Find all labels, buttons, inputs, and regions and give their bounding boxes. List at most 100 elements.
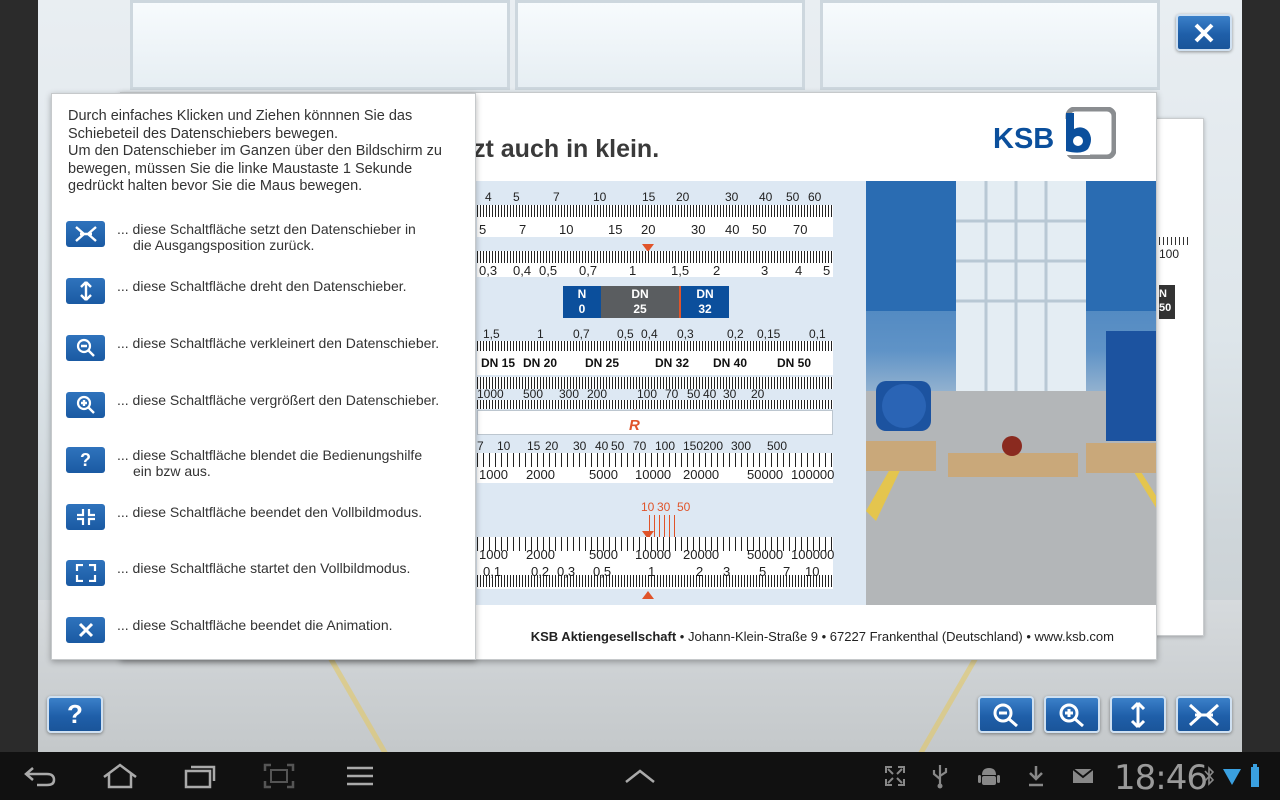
back-scale-label: 100 <box>1159 237 1190 261</box>
help-item-close: ... diese Schaltfläche beendet die Anima… <box>66 617 467 643</box>
help-item-zoom-in: ... diese Schaltfläche vergrößert den Da… <box>66 392 467 418</box>
usb-icon <box>928 762 952 790</box>
scale-label: 0,3 <box>677 327 694 341</box>
reset-position-button[interactable] <box>1176 696 1232 733</box>
zoom-in-icon <box>1059 703 1084 727</box>
dn-label: DN 15 <box>481 356 516 370</box>
help-item-text: ... diese Schaltfläche beendet den Vollb… <box>117 504 423 520</box>
app-canvas: 100 N 50 zt auch in klein. KSB 4 5 7 10 1… <box>0 0 1280 752</box>
scale-label: 1 <box>537 327 544 341</box>
r-scale-box <box>477 410 833 435</box>
scale-label: 1,5 <box>483 327 500 341</box>
scale-label: 40 <box>759 190 773 204</box>
background-window <box>130 0 510 90</box>
help-item-rotate: ... diese Schaltfläche dreht den Datensc… <box>66 278 467 304</box>
scale-label: 5 <box>759 564 767 579</box>
menu-icon[interactable] <box>344 762 376 790</box>
scale-label: 4 <box>485 190 492 204</box>
scale-label: 0,3 <box>557 564 576 579</box>
scale-label: 10 <box>497 439 511 453</box>
scale-label: 0,4 <box>513 263 532 278</box>
scale-label: 0,5 <box>617 327 634 341</box>
scale-strip <box>477 400 833 409</box>
help-item-text: ... diese Schaltfläche startet den Vollb… <box>117 560 411 576</box>
scale-label: 20000 <box>683 467 720 482</box>
scale-label: 30 <box>725 190 739 204</box>
scale-label: 300 <box>559 387 580 401</box>
scale-label: 0,1 <box>483 564 502 579</box>
scale-label: 0,4 <box>641 327 658 341</box>
help-icon: ? <box>67 699 83 729</box>
reset-position-icon <box>66 221 105 247</box>
dn-label: DN 20 <box>523 356 558 370</box>
scale-label: 200 <box>587 387 608 401</box>
scale-label: 20 <box>676 190 690 204</box>
footer-company: KSB Aktiengesellschaft <box>530 629 677 644</box>
scale-label: 100 <box>655 439 676 453</box>
scale-label: 7 <box>553 190 560 204</box>
scale-label: 7 <box>519 222 527 237</box>
help-toggle-button[interactable]: ? <box>47 696 103 733</box>
exit-fullscreen-icon <box>66 504 105 530</box>
help-item-text: ... diese Schaltfläche setzt den Datensc… <box>117 221 416 237</box>
scale-label: 2 <box>713 263 721 278</box>
fullscreen-icon <box>66 560 105 586</box>
scale-strip <box>477 341 833 351</box>
close-icon <box>66 617 105 643</box>
scale-label: 30 <box>573 439 587 453</box>
help-item-zoom-out: ... diese Schaltfläche verkleinert den D… <box>66 335 467 361</box>
left-bezel <box>0 0 38 752</box>
scale-label: 20000 <box>683 547 720 562</box>
home-icon[interactable] <box>100 762 140 790</box>
reading-marker <box>642 591 654 599</box>
screenshot-icon[interactable] <box>262 762 296 790</box>
scale-label: 2000 <box>526 467 555 482</box>
scale-label: 40 <box>725 222 740 237</box>
scale-label: 1000 <box>479 467 508 482</box>
close-icon <box>1194 23 1214 42</box>
battery-icon <box>1248 762 1262 790</box>
scale-label: 4 <box>795 263 803 278</box>
ksb-logo-text: KSB <box>993 122 1055 155</box>
zoom-out-icon <box>993 703 1018 727</box>
dn-label: DN 25 <box>585 356 620 370</box>
zoom-out-button[interactable] <box>978 696 1034 733</box>
zoom-in-button[interactable] <box>1044 696 1100 733</box>
help-panel: Durch einfaches Klicken und Ziehen könnn… <box>51 93 476 660</box>
help-item-text: ... diese Schaltfläche beendet die Anima… <box>117 617 393 633</box>
close-animation-button[interactable] <box>1176 14 1232 51</box>
bluetooth-icon <box>1202 762 1216 790</box>
scale-label: 7 <box>783 564 791 579</box>
recent-apps-icon[interactable] <box>182 762 218 790</box>
scale-label: 5 <box>823 263 831 278</box>
rotate-button[interactable] <box>1110 696 1166 733</box>
scale-label: 2000 <box>526 547 555 562</box>
scale-label: 30 <box>723 387 737 401</box>
red-scale-label: 50 <box>677 500 691 514</box>
scale-label: 100000 <box>791 467 835 482</box>
scale-label: 0,3 <box>479 263 498 278</box>
help-item-text-cont: die Ausgangsposition zurück. <box>133 237 315 253</box>
wifi-icon <box>1222 762 1242 790</box>
help-icon: ? <box>66 447 105 473</box>
help-item-fullscreen: ... diese Schaltfläche startet den Vollb… <box>66 560 467 586</box>
back-icon[interactable] <box>22 762 58 790</box>
scale-label: 500 <box>523 387 544 401</box>
dn-bar[interactable]: N0 DN 25 DN 32 <box>563 286 729 318</box>
scale-label: 10 <box>559 222 574 237</box>
scale-label: 5000 <box>589 547 618 562</box>
dn-segment: DN 25 <box>601 286 681 318</box>
scale-label: 1000 <box>477 387 504 401</box>
scale-label: 500 <box>767 439 788 453</box>
scale-label: 40 <box>703 387 717 401</box>
scale-label: 3 <box>723 564 731 579</box>
scale-label: 0,5 <box>593 564 612 579</box>
scale-label: 50 <box>752 222 767 237</box>
dn-label: DN 50 <box>777 356 812 370</box>
ksb-logo-mark <box>1060 106 1117 160</box>
chevron-up-icon[interactable] <box>622 762 658 790</box>
help-item-help: ? ... diese Schaltfläche blendet die Bed… <box>66 447 467 479</box>
dn-label: DN 32 <box>655 356 690 370</box>
system-navigation-bar: 18:46 <box>0 752 1280 800</box>
red-scale-label: 30 <box>657 500 671 514</box>
